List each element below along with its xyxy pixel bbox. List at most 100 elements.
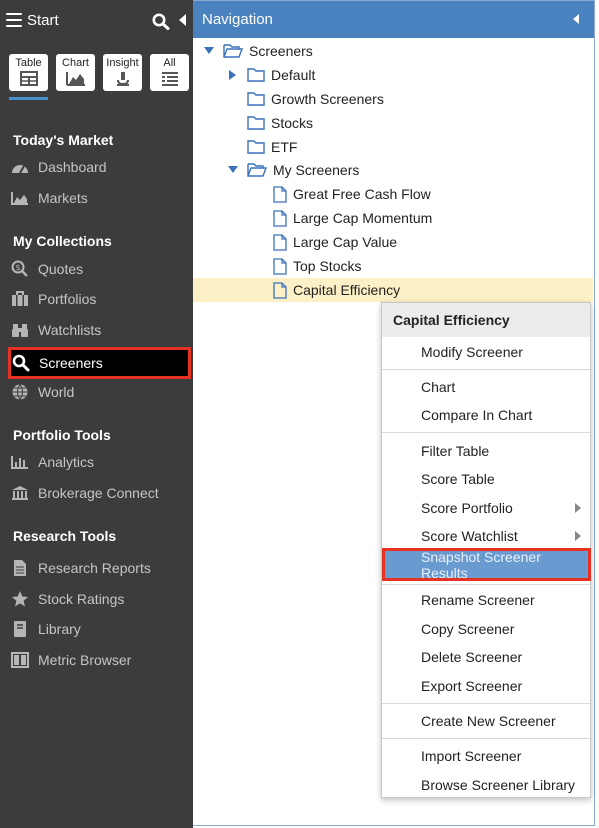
book-icon [10,620,30,638]
sidebar-item-quotes[interactable]: $ Quotes [10,257,188,281]
open-folder-icon [223,44,243,58]
tree-node-label: Capital Efficiency [293,282,401,298]
tree-node-etf[interactable]: ETF [247,135,297,159]
tree-node-my-screeners[interactable]: My Screeners [227,158,359,182]
menu-item-copy-screener[interactable]: Copy Screener [382,615,590,643]
sidebar: Start Table Chart Insight All Today's Ma… [0,0,193,828]
expanded-arrow-icon[interactable] [227,166,239,174]
menu-item-rename-screener[interactable]: Rename Screener [382,586,590,614]
sidebar-item-watchlists[interactable]: Watchlists [10,318,188,342]
open-folder-icon [247,163,267,177]
sidebar-item-label: Watchlists [38,322,102,338]
sidebar-item-stock-ratings[interactable]: Stock Ratings [10,587,188,611]
menu-item-score-watchlist[interactable]: Score Watchlist [382,522,590,550]
menu-item-browse-screener-library[interactable]: Browse Screener Library [382,771,590,799]
tree-node-stocks[interactable]: Stocks [247,111,313,135]
sidebar-item-label: Portfolios [38,291,97,307]
sidebar-item-markets[interactable]: Markets [10,186,188,210]
menu-separator [382,432,590,433]
sidebar-item-label: Stock Ratings [38,591,125,607]
start-label[interactable]: Start [27,12,59,29]
menu-item-snapshot-screener-results[interactable]: Snapshot Screener Results [382,548,591,581]
sidebar-item-metric-browser[interactable]: Metric Browser [10,648,188,672]
view-insight-label: Insight [106,57,139,69]
menu-item-compare-in-chart[interactable]: Compare In Chart [382,401,590,429]
menu-separator [382,738,590,739]
table-icon [19,71,38,86]
sidebar-item-screeners[interactable]: Screeners [8,347,191,379]
navigation-header: Navigation [193,1,594,38]
tree-node-top-stocks[interactable]: Top Stocks [273,254,361,278]
menu-item-delete-screener[interactable]: Delete Screener [382,643,590,671]
tree-node-great-free-cash-flow[interactable]: Great Free Cash Flow [273,182,431,206]
context-menu-title: Capital Efficiency [382,303,590,337]
menu-item-export-screener[interactable]: Export Screener [382,672,590,700]
view-chart-label: Chart [62,57,89,69]
sidebar-item-research-reports[interactable]: Research Reports [10,556,188,580]
menu-item-label: Score Watchlist [421,528,518,544]
speedometer-icon [10,158,30,176]
tree-node-screeners[interactable]: Screeners [203,39,313,63]
globe-icon [10,383,30,401]
menu-item-score-portfolio[interactable]: Score Portfolio [382,494,590,522]
tree-node-label: Great Free Cash Flow [293,186,431,202]
tree-node-label: My Screeners [273,162,360,178]
section-research-tools: Research Tools [13,528,117,544]
search-icon[interactable] [152,13,170,33]
view-chart-button[interactable]: Chart [56,54,95,91]
sidebar-item-brokerage-connect[interactable]: Brokerage Connect [10,481,188,505]
sidebar-item-label: Dashboard [38,159,107,175]
menu-item-create-new-screener[interactable]: Create New Screener [382,707,590,735]
tree-node-label: Top Stocks [293,258,362,274]
file-icon [273,233,287,251]
menu-item-import-screener[interactable]: Import Screener [382,742,590,770]
view-all-label: All [163,57,176,69]
folder-icon [247,68,265,82]
sidebar-item-world[interactable]: World [10,380,188,404]
sidebar-item-label: Markets [38,190,88,206]
sidebar-item-analytics[interactable]: Analytics [10,450,188,474]
tree-node-label: Large Cap Value [293,234,398,250]
menu-item-chart[interactable]: Chart [382,373,590,401]
file-icon [273,281,287,299]
hamburger-menu-icon[interactable] [6,13,22,27]
collapse-sidebar-icon[interactable] [179,14,186,26]
active-view-indicator [9,97,48,100]
menu-item-modify-screener[interactable]: Modify Screener [382,338,590,366]
dollar-search-icon: $ [10,260,30,278]
tree-node-large-cap-momentum[interactable]: Large Cap Momentum [273,206,432,230]
sidebar-item-portfolios[interactable]: Portfolios [10,287,188,311]
sidebar-item-library[interactable]: Library [10,617,188,641]
area-chart-icon [10,189,30,207]
menu-item-label: Score Portfolio [421,500,513,516]
tree-node-label: Large Cap Momentum [293,210,433,226]
columns-icon [10,651,30,669]
tree-node-label: Stocks [271,115,314,131]
view-table-button[interactable]: Table [9,54,48,91]
tree-node-growth-screeners[interactable]: Growth Screeners [247,87,384,111]
bank-icon [10,484,30,502]
tree-node-label: ETF [271,139,298,155]
tree-node-large-cap-value[interactable]: Large Cap Value [273,230,397,254]
menu-item-filter-table[interactable]: Filter Table [382,437,590,465]
submenu-arrow-icon [575,531,581,541]
menu-item-score-table[interactable]: Score Table [382,465,590,493]
sidebar-item-label: World [38,384,75,400]
tree-node-capital-efficiency[interactable]: Capital Efficiency [193,278,593,302]
menu-separator [382,584,590,585]
chart-icon [65,72,85,86]
view-insight-button[interactable]: Insight [103,54,142,91]
file-icon [273,257,287,275]
tree-node-default[interactable]: Default [227,63,315,87]
sidebar-item-dashboard[interactable]: Dashboard [10,155,188,179]
view-all-button[interactable]: All [150,54,189,91]
expanded-arrow-icon[interactable] [203,47,215,55]
collapsed-arrow-icon[interactable] [227,70,239,80]
document-icon [10,559,30,577]
section-todays-market: Today's Market [13,132,114,148]
search-icon [11,354,31,372]
file-icon [273,185,287,203]
briefcase-icon [10,290,30,308]
sidebar-item-label: Screeners [39,355,103,371]
collapse-panel-icon[interactable] [573,14,579,24]
